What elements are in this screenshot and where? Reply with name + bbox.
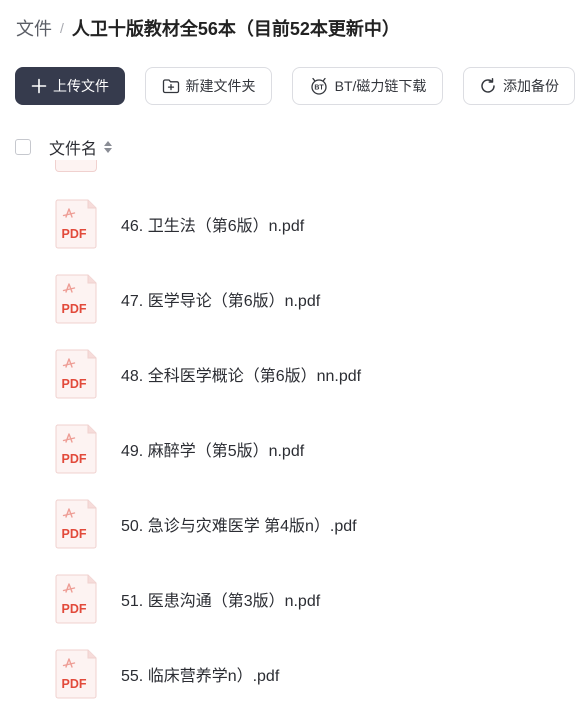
- breadcrumb-separator: /: [60, 20, 64, 36]
- pdf-icon-label: PDF: [62, 527, 87, 541]
- file-list-header: 文件名: [15, 134, 583, 160]
- file-name[interactable]: 46. 卫生法（第6版）n.pdf: [121, 212, 304, 236]
- file-name[interactable]: 51. 医患沟通（第3版）n.pdf: [121, 587, 320, 611]
- breadcrumb: 文件 / 人卫十版教材全56本（目前52本更新中）: [16, 14, 400, 42]
- pdf-icon-label: PDF: [62, 602, 87, 616]
- file-list: PDF 46. 卫生法（第6版）n.pdf PDF 47. 医学导论（第6版）n…: [0, 196, 583, 721]
- pdf-icon-label: PDF: [62, 227, 87, 241]
- upload-button[interactable]: 上传文件: [15, 67, 125, 105]
- add-backup-button[interactable]: 添加备份: [463, 67, 575, 105]
- file-name[interactable]: 48. 全科医学概论（第6版）nn.pdf: [121, 362, 361, 386]
- refresh-icon: [479, 77, 497, 95]
- file-row[interactable]: PDF 49. 麻醉学（第5版）n.pdf: [0, 421, 583, 496]
- file-row[interactable]: PDF 55. 临床营养学n）.pdf: [0, 646, 583, 721]
- file-name[interactable]: 50. 急诊与灾难医学 第4版n）.pdf: [121, 512, 357, 536]
- sort-icon[interactable]: [103, 140, 113, 154]
- bt-magnet-download-button-label: BT/磁力链下载: [334, 78, 427, 94]
- pdf-icon-label: PDF: [62, 377, 87, 391]
- bt-icon: BT: [309, 77, 329, 95]
- file-row[interactable]: PDF 50. 急诊与灾难医学 第4版n）.pdf: [0, 496, 583, 571]
- folder-plus-icon: [162, 78, 180, 94]
- file-name[interactable]: 55. 临床营养学n）.pdf: [121, 662, 279, 686]
- svg-text:BT: BT: [314, 85, 324, 92]
- toolbar: 上传文件 新建文件夹 BT BT/磁力链下载 添加备份: [15, 67, 575, 107]
- pdf-file-icon: PDF: [55, 424, 97, 474]
- file-row[interactable]: PDF 51. 医患沟通（第3版）n.pdf: [0, 571, 583, 646]
- pdf-file-icon: PDF: [55, 274, 97, 324]
- file-name[interactable]: 47. 医学导论（第6版）n.pdf: [121, 287, 320, 311]
- pdf-file-icon-partial: [55, 160, 97, 172]
- pdf-icon-label: PDF: [62, 452, 87, 466]
- select-all-checkbox[interactable]: [15, 139, 31, 155]
- file-row[interactable]: PDF 48. 全科医学概论（第6版）nn.pdf: [0, 346, 583, 421]
- upload-button-label: 上传文件: [53, 78, 109, 94]
- pdf-file-icon: PDF: [55, 649, 97, 699]
- add-backup-button-label: 添加备份: [503, 78, 559, 94]
- file-row[interactable]: PDF 47. 医学导论（第6版）n.pdf: [0, 271, 583, 346]
- new-folder-button[interactable]: 新建文件夹: [145, 67, 272, 105]
- bt-magnet-download-button[interactable]: BT BT/磁力链下载: [292, 67, 443, 105]
- column-header-filename[interactable]: 文件名: [49, 135, 97, 159]
- file-name[interactable]: 49. 麻醉学（第5版）n.pdf: [121, 437, 304, 461]
- pdf-icon-label: PDF: [62, 677, 87, 691]
- pdf-file-icon: PDF: [55, 574, 97, 624]
- pdf-icon-label: PDF: [62, 302, 87, 316]
- new-folder-button-label: 新建文件夹: [185, 78, 256, 94]
- plus-icon: [31, 78, 47, 94]
- file-row[interactable]: PDF 46. 卫生法（第6版）n.pdf: [0, 196, 583, 271]
- breadcrumb-current-folder: 人卫十版教材全56本（目前52本更新中）: [71, 19, 400, 39]
- breadcrumb-root[interactable]: 文件: [16, 15, 52, 41]
- pdf-file-icon: PDF: [55, 199, 97, 249]
- pdf-file-icon: PDF: [55, 499, 97, 549]
- pdf-file-icon: PDF: [55, 349, 97, 399]
